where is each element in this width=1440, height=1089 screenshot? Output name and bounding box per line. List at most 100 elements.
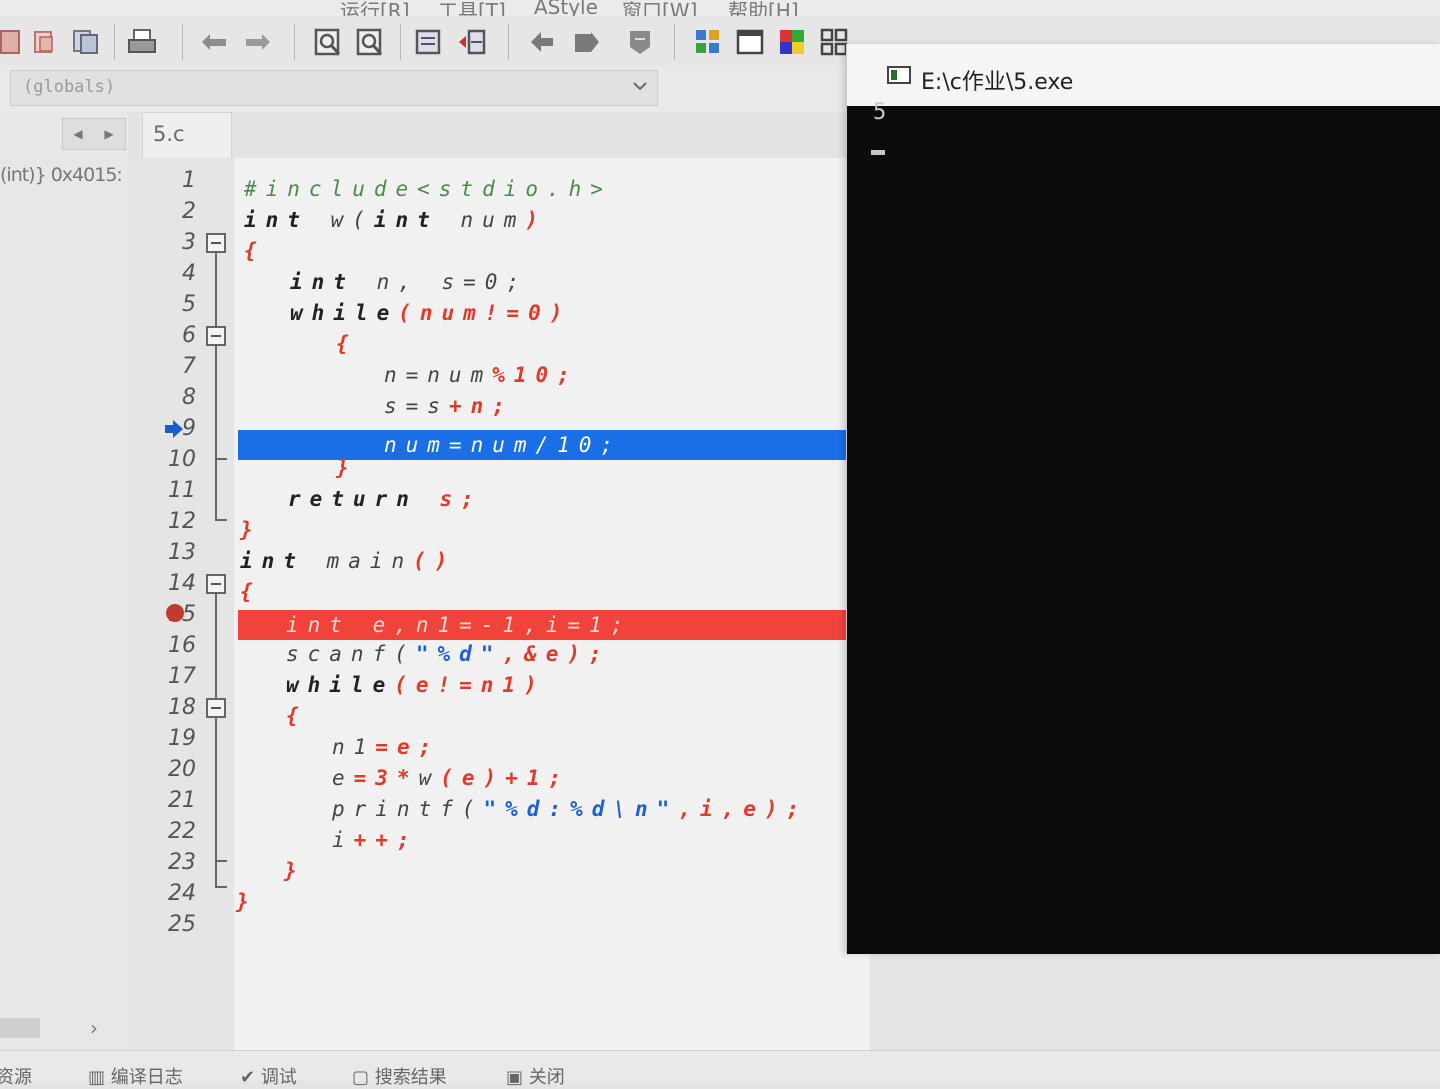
- line-number: 25: [168, 912, 196, 937]
- indent-button[interactable]: [412, 26, 444, 58]
- execution-arrow-icon: [165, 420, 183, 438]
- tab-5c[interactable]: 5.c: [142, 112, 232, 159]
- line-number: 24: [168, 881, 196, 906]
- code-token: e: [332, 766, 354, 790]
- grid-icon: [820, 28, 848, 56]
- search-results-icon: ▢: [352, 1067, 375, 1088]
- compile-log-icon: ▥: [88, 1067, 111, 1088]
- replace-button[interactable]: [354, 26, 386, 58]
- fold-end: [215, 860, 227, 862]
- tiles-icon: [696, 30, 719, 53]
- scope-bar: (globals): [0, 66, 870, 113]
- open-file-button[interactable]: [28, 26, 60, 58]
- line-number: 6: [182, 323, 196, 348]
- code-line-16: scanf("%d",&e);: [286, 639, 611, 669]
- fold-end: [215, 458, 227, 460]
- undo-button[interactable]: [198, 26, 230, 58]
- code-token: {: [244, 239, 266, 263]
- colors-button[interactable]: [776, 26, 808, 58]
- code-token: scanf(: [286, 642, 416, 666]
- line-number: 17: [168, 664, 196, 689]
- redo-button[interactable]: [242, 26, 274, 58]
- code-token: }: [336, 456, 358, 480]
- code-line-22: i++;: [332, 825, 419, 855]
- panel-scrollbar[interactable]: [0, 1018, 40, 1038]
- tab-label: 调试: [260, 1067, 297, 1088]
- code-token: %10;: [492, 363, 579, 387]
- palette-icon: [780, 30, 804, 54]
- console-title-bar[interactable]: E:\c作业\5.exe: [847, 44, 1440, 106]
- line-number: 13: [168, 540, 196, 565]
- close-panel-icon: ▣: [506, 1067, 529, 1088]
- console-title: E:\c作业\5.exe: [921, 70, 1074, 95]
- code-token: ,&e);: [502, 642, 611, 666]
- triangle-right-icon: ▶: [104, 127, 114, 141]
- code-token: int: [244, 208, 309, 232]
- code-token: }: [240, 518, 262, 542]
- panel-next-button[interactable]: ▶: [94, 119, 124, 149]
- open-file-icon: [34, 31, 53, 53]
- code-token: +n;: [448, 394, 514, 418]
- line-number: 11: [168, 478, 196, 503]
- code-token: "%d": [415, 642, 503, 666]
- fold-toggle[interactable]: [206, 698, 226, 718]
- find-button[interactable]: [312, 26, 344, 58]
- line-number: 4: [182, 261, 196, 286]
- console-output-text: 5: [873, 100, 887, 125]
- code-line-6: {: [336, 329, 358, 359]
- new-file-icon: [0, 30, 20, 54]
- console-window[interactable]: E:\c作业\5.exe 5: [846, 44, 1440, 954]
- tab-search-results[interactable]: ▢ 搜索结果: [352, 1063, 447, 1089]
- code-line-18: {: [286, 701, 308, 731]
- code-token: main: [304, 549, 414, 573]
- code-line-21: printf("%d:%d\n",i,e);: [332, 794, 808, 824]
- code-token: (e)+1;: [440, 766, 571, 790]
- bookmark-button[interactable]: [624, 26, 656, 58]
- undo-icon: [202, 34, 226, 50]
- new-file-button[interactable]: [0, 26, 26, 58]
- tab-resources[interactable]: 资源: [0, 1063, 32, 1089]
- unindent-button[interactable]: [456, 26, 488, 58]
- scope-select[interactable]: (globals): [10, 70, 658, 106]
- code-token: {: [286, 704, 308, 728]
- back-button[interactable]: [526, 26, 558, 58]
- tab-label: 5.c: [153, 122, 185, 146]
- panel-prev-button[interactable]: ◀: [63, 119, 93, 149]
- window-button[interactable]: [734, 26, 766, 58]
- code-line-13: int main(): [240, 546, 456, 576]
- code-token: =e;: [375, 735, 441, 759]
- tab-debug[interactable]: ✔ 调试: [240, 1063, 297, 1089]
- console-output-area[interactable]: 5: [847, 100, 1440, 954]
- find-icon: [314, 28, 341, 56]
- line-number: 3: [182, 230, 196, 255]
- line-number: 2: [182, 199, 196, 224]
- indent-icon: [415, 29, 441, 55]
- line-number: 20: [168, 757, 196, 782]
- fold-toggle[interactable]: [206, 233, 226, 253]
- tab-label: 搜索结果: [374, 1067, 447, 1088]
- code-line-12: }: [240, 515, 262, 545]
- forward-button[interactable]: [570, 26, 602, 58]
- print-button[interactable]: [126, 26, 158, 58]
- line-number: 12: [168, 509, 196, 534]
- code-token: "%d:%d\n": [483, 797, 679, 821]
- code-token: num: [438, 208, 526, 232]
- code-line-3: {: [244, 236, 266, 266]
- chevron-down-icon: [633, 82, 647, 91]
- tab-label: 编译日志: [110, 1067, 183, 1088]
- code-token: s;: [417, 487, 483, 511]
- tab-compile-log[interactable]: ▥ 编译日志: [88, 1063, 183, 1089]
- tab-close[interactable]: ▣ 关闭: [506, 1063, 565, 1089]
- back-arrow-icon: [531, 32, 553, 52]
- fold-toggle[interactable]: [206, 326, 226, 346]
- code-token: return: [288, 487, 418, 511]
- code-token: while: [286, 673, 395, 697]
- save-all-button[interactable]: [70, 26, 102, 58]
- chevron-right-icon[interactable]: ›: [90, 1016, 98, 1040]
- replace-icon: [356, 28, 383, 56]
- line-number: 1: [182, 168, 196, 193]
- breakpoint-icon[interactable]: [166, 604, 184, 622]
- triangle-left-icon: ◀: [73, 127, 83, 141]
- fold-toggle[interactable]: [206, 574, 226, 594]
- layout-tiles-button[interactable]: [692, 26, 724, 58]
